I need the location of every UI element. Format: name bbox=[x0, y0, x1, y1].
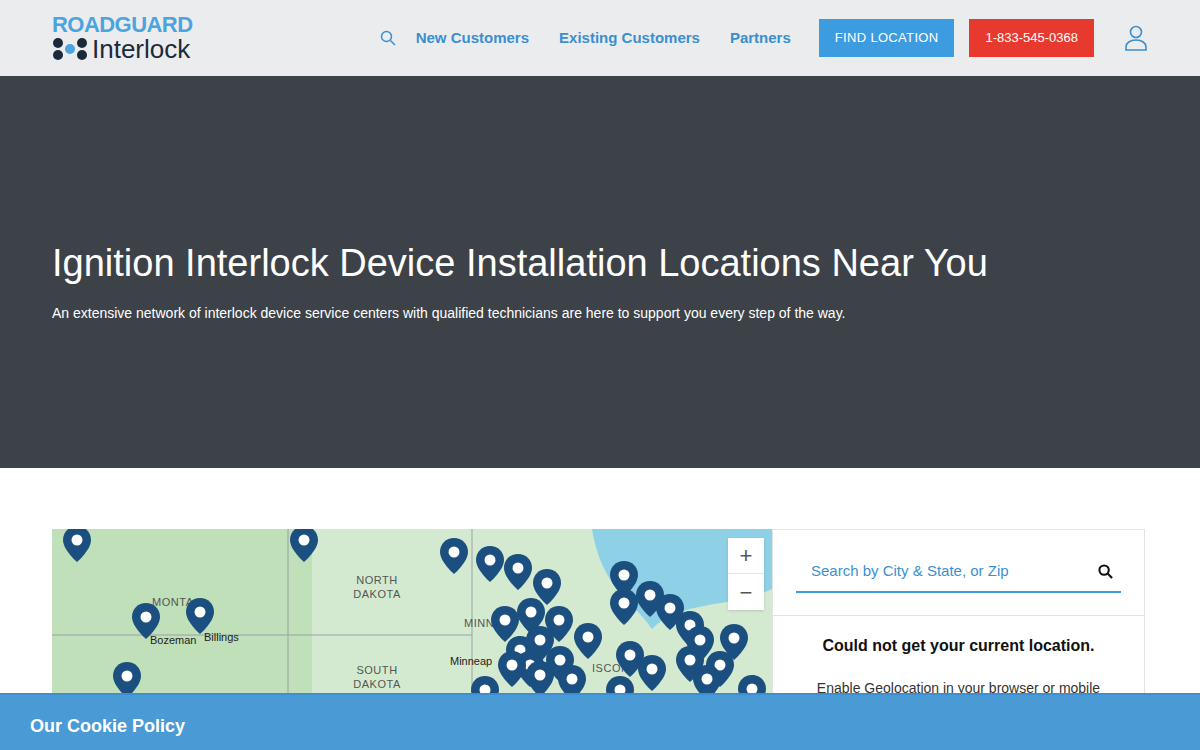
city-label: Minneap bbox=[450, 655, 492, 669]
map-pin-icon[interactable] bbox=[637, 654, 667, 692]
header: ROADGUARDInterlock New Customers Existing … bbox=[0, 0, 1200, 76]
map-pin-icon[interactable] bbox=[503, 553, 533, 591]
map-pin-icon[interactable] bbox=[131, 602, 161, 640]
city-label: Billings bbox=[204, 631, 239, 645]
find-location-button[interactable]: FIND LOCATION bbox=[819, 19, 955, 57]
nav-link[interactable]: New Customers bbox=[416, 27, 529, 50]
logo-molecule-icon bbox=[52, 37, 88, 61]
location-search-field[interactable]: Search by City & State, or Zip bbox=[796, 560, 1121, 593]
main-nav: New Customers Existing Customers Partners bbox=[416, 27, 791, 50]
map-pin-icon[interactable] bbox=[475, 545, 505, 583]
hero-subtitle: An extensive network of interlock device… bbox=[52, 303, 1148, 324]
hero-title: Ignition Interlock Device Installation L… bbox=[52, 240, 1148, 288]
phone-button[interactable]: 1-833-545-0368 bbox=[969, 19, 1094, 57]
zoom-out-button[interactable]: − bbox=[728, 574, 764, 610]
state-label: SOUTH DAKOTA bbox=[342, 664, 412, 692]
nav-link[interactable]: Partners bbox=[730, 27, 791, 50]
state-label: MINN bbox=[464, 617, 494, 631]
city-label: Bozeman bbox=[150, 634, 196, 648]
cookie-banner: Our Cookie Policy bbox=[0, 693, 1200, 750]
map-pin-icon[interactable] bbox=[609, 588, 639, 626]
map-pin-icon[interactable] bbox=[62, 529, 92, 563]
zoom-controls: +− bbox=[728, 538, 764, 610]
state-label: NORTH DAKOTA bbox=[342, 574, 412, 602]
page: ROADGUARDInterlock New Customers Existing … bbox=[0, 0, 1200, 750]
search-icon[interactable] bbox=[1098, 564, 1113, 579]
logo[interactable]: ROADGUARDInterlock bbox=[52, 14, 222, 62]
map-pin-icon[interactable] bbox=[497, 650, 527, 688]
nav-link[interactable]: Existing Customers bbox=[559, 27, 700, 50]
search-icon[interactable] bbox=[380, 30, 396, 46]
map-pin-icon[interactable] bbox=[573, 622, 603, 660]
map-pin-icon[interactable] bbox=[185, 597, 215, 635]
map-pin-icon[interactable] bbox=[439, 537, 469, 575]
zoom-in-button[interactable]: + bbox=[728, 538, 764, 574]
map-pin-icon[interactable] bbox=[289, 529, 319, 563]
user-icon[interactable] bbox=[1124, 25, 1148, 51]
location-error: Could not get your current location. bbox=[773, 634, 1144, 658]
hero: Ignition Interlock Device Installation L… bbox=[0, 76, 1200, 468]
cookie-title: Our Cookie Policy bbox=[30, 713, 1170, 740]
